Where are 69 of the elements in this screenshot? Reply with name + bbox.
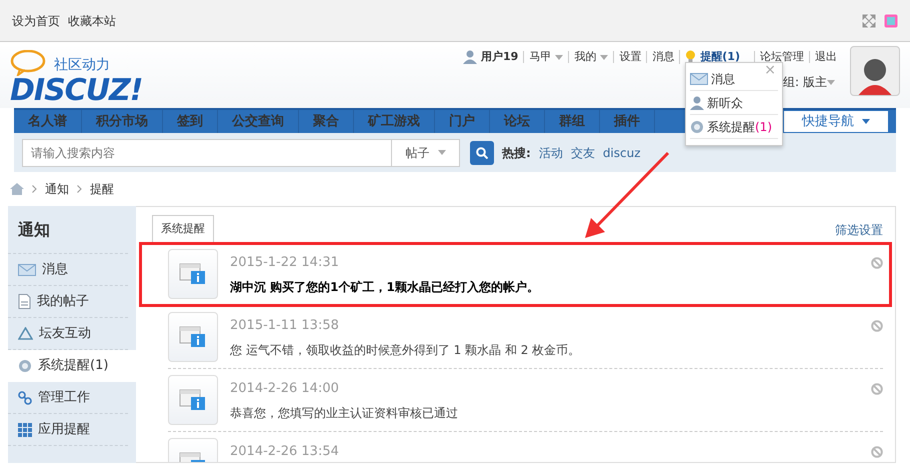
hot-search-link[interactable]: 交友 — [570, 144, 595, 162]
chevron-icon — [77, 185, 82, 193]
expand-icon — [862, 14, 876, 28]
recycle-icon — [18, 327, 33, 340]
caret-icon — [862, 119, 870, 124]
notice-text: 您 运气不错，领取收益的时候意外得到了 1 颗水晶 和 2 枚金币。 — [230, 342, 582, 359]
notice-time: 2014-2-26 14:00 — [230, 380, 340, 398]
top-link[interactable]: 收藏本站 — [68, 12, 116, 30]
info-window-icon — [179, 324, 207, 348]
search-button[interactable] — [470, 140, 494, 164]
notice-text: 湖中沉 购买了您的1个矿工，1颗水晶已经打入您的帐户。 — [230, 279, 540, 296]
hot-search-link[interactable]: 活动 — [538, 144, 563, 162]
tab[interactable]: 系统提醒 — [152, 215, 214, 242]
user-menu-link[interactable]: 设置 — [613, 51, 646, 63]
breadcrumb-link[interactable]: 提醒 — [90, 180, 114, 198]
sidebar-item[interactable]: 应用提醒 — [8, 414, 128, 446]
person-icon — [462, 50, 477, 64]
user-menu-link[interactable]: 马甲 — [523, 51, 568, 63]
notice-time: 2015-1-11 13:58 — [230, 316, 340, 334]
user-menu-link[interactable]: 我的 — [568, 51, 614, 63]
popup-menu-item[interactable]: 系统提醒(1) — [690, 115, 778, 139]
info-window-icon — [179, 262, 207, 286]
grid-icon — [18, 422, 32, 437]
link-icon — [18, 390, 32, 405]
user-group-label: 组: 版主 — [783, 73, 835, 91]
hot-search-link[interactable]: discuz — [602, 144, 641, 162]
caret-icon — [826, 80, 835, 86]
person-icon — [690, 96, 704, 110]
user-menu-link[interactable]: 消息 — [646, 51, 680, 63]
lightbulb-icon — [685, 50, 696, 64]
popup-menu-item[interactable]: 新听众 — [690, 91, 778, 115]
mail-icon — [690, 72, 708, 84]
caret-icon — [438, 150, 446, 155]
logo-tagline: 社区动力 — [54, 56, 110, 75]
block-icon — [871, 446, 883, 458]
sidebar-item[interactable]: 我的帖子 — [8, 286, 128, 318]
user-menu-link[interactable]: 用户19 — [458, 50, 524, 64]
user-menu-link[interactable]: 退出 — [809, 51, 842, 63]
speech-bubble-icon — [10, 50, 46, 76]
avatar[interactable] — [850, 46, 900, 96]
filter-settings-link[interactable]: 筛选设置 — [835, 220, 883, 238]
gear-icon — [18, 359, 32, 374]
notice-time: 2014-2-26 13:54 — [230, 442, 340, 460]
logo-wordmark: DISCUZ! — [10, 76, 142, 106]
top-link[interactable]: 设为首页 — [12, 12, 60, 30]
scope-dropdown[interactable]: 帖子 — [392, 138, 460, 166]
block-icon — [871, 256, 883, 268]
sidebar-item[interactable]: 系统提醒(1) — [8, 350, 136, 382]
chevron-icon — [32, 185, 37, 193]
sidebar-item[interactable]: 消息 — [8, 254, 128, 286]
notice-text: 恭喜您，您填写的业主认证资料审核已通过 — [230, 405, 459, 422]
search-icon — [476, 146, 488, 158]
block-icon — [871, 382, 883, 394]
quick-nav-button[interactable]: 快捷导航 — [784, 111, 888, 132]
info-window-icon — [179, 388, 207, 412]
block-icon — [871, 320, 883, 332]
notice-time: 2015-1-22 14:31 — [230, 254, 340, 272]
document-icon — [18, 294, 31, 310]
search-field[interactable]: 请输入搜索内容 — [22, 138, 392, 166]
gear-icon — [690, 120, 704, 134]
breadcrumb-link[interactable]: 通知 — [45, 180, 69, 198]
caret-icon — [600, 54, 608, 60]
sidebar-title: 通知 — [8, 212, 128, 254]
caret-icon — [555, 54, 564, 60]
palette-icon — [884, 14, 898, 28]
hot-search-label: 热搜: — [502, 144, 531, 162]
sidebar-item[interactable]: 管理工作 — [8, 382, 128, 414]
home-icon — [10, 183, 24, 195]
mail-icon — [18, 264, 36, 276]
